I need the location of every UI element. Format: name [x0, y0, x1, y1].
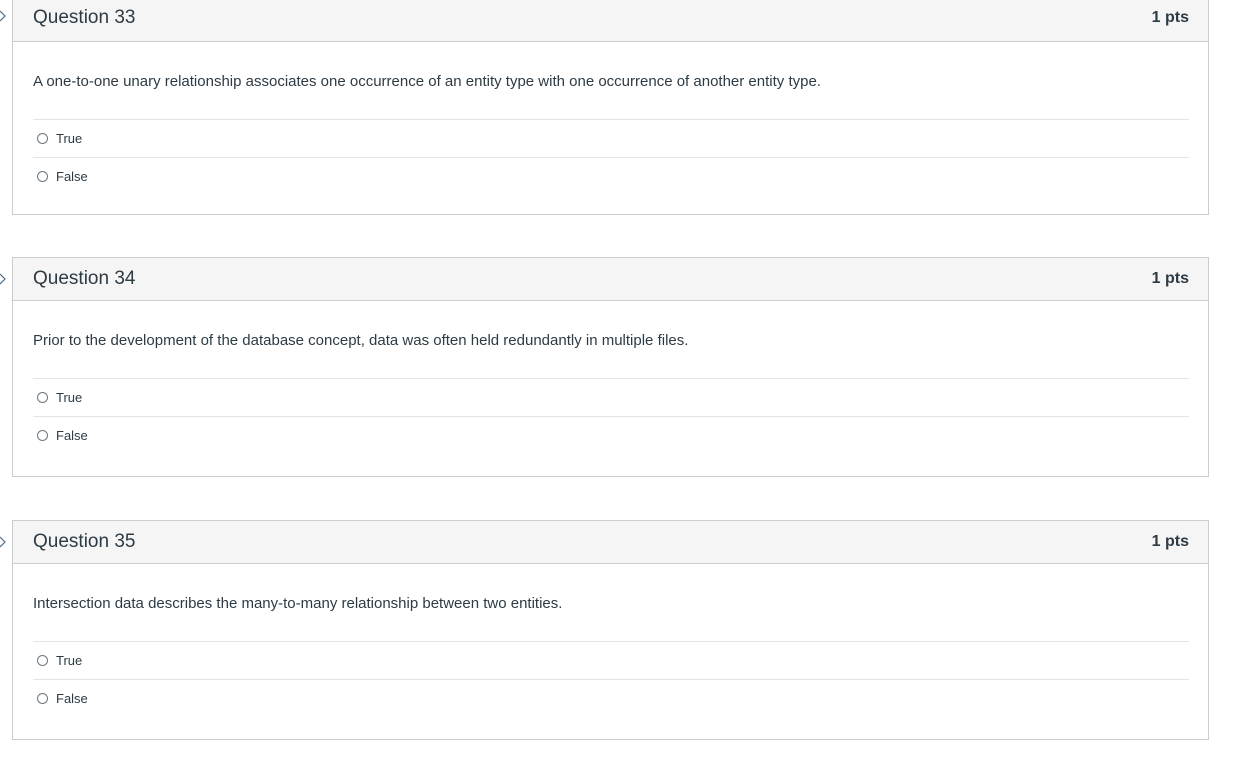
question-text: Intersection data describes the many-to-…	[33, 564, 1189, 642]
quiz-page: Question 33 1 pts A one-to-one unary rel…	[0, 0, 1248, 759]
question-points: 1 pts	[1151, 533, 1189, 550]
question-header: Question 33 1 pts	[13, 0, 1208, 42]
radio-button[interactable]	[37, 430, 48, 441]
answer-true[interactable]: True	[33, 120, 1189, 158]
question-body: Intersection data describes the many-to-…	[13, 564, 1208, 717]
question-body: Prior to the development of the database…	[13, 301, 1208, 454]
flag-question-icon[interactable]	[0, 535, 7, 549]
question-points: 1 pts	[1151, 270, 1189, 287]
answer-label[interactable]: True	[56, 131, 82, 146]
question-title: Question 34	[33, 268, 136, 289]
answer-false[interactable]: False	[33, 417, 1189, 454]
question-33: Question 33 1 pts A one-to-one unary rel…	[0, 0, 1209, 215]
question-35: Question 35 1 pts Intersection data desc…	[0, 520, 1209, 740]
question-points: 1 pts	[1151, 9, 1189, 26]
question-header: Question 34 1 pts	[13, 258, 1208, 301]
radio-button[interactable]	[37, 693, 48, 704]
answer-false[interactable]: False	[33, 680, 1189, 717]
answer-true[interactable]: True	[33, 379, 1189, 417]
flag-question-icon[interactable]	[0, 9, 7, 23]
radio-button[interactable]	[37, 133, 48, 144]
answer-false[interactable]: False	[33, 158, 1189, 195]
radio-button[interactable]	[37, 392, 48, 403]
answer-label[interactable]: True	[56, 390, 82, 405]
answer-label[interactable]: False	[56, 691, 88, 706]
radio-button[interactable]	[37, 655, 48, 666]
answer-label[interactable]: False	[56, 169, 88, 184]
question-title: Question 33	[33, 7, 136, 28]
answer-true[interactable]: True	[33, 642, 1189, 680]
answer-label[interactable]: True	[56, 653, 82, 668]
question-header: Question 35 1 pts	[13, 521, 1208, 564]
question-text: A one-to-one unary relationship associat…	[33, 42, 1189, 120]
question-body: A one-to-one unary relationship associat…	[13, 42, 1208, 195]
question-34: Question 34 1 pts Prior to the developme…	[0, 257, 1209, 477]
flag-question-icon[interactable]	[0, 272, 7, 286]
answer-label[interactable]: False	[56, 428, 88, 443]
question-text: Prior to the development of the database…	[33, 301, 1189, 379]
radio-button[interactable]	[37, 171, 48, 182]
question-title: Question 35	[33, 531, 136, 552]
